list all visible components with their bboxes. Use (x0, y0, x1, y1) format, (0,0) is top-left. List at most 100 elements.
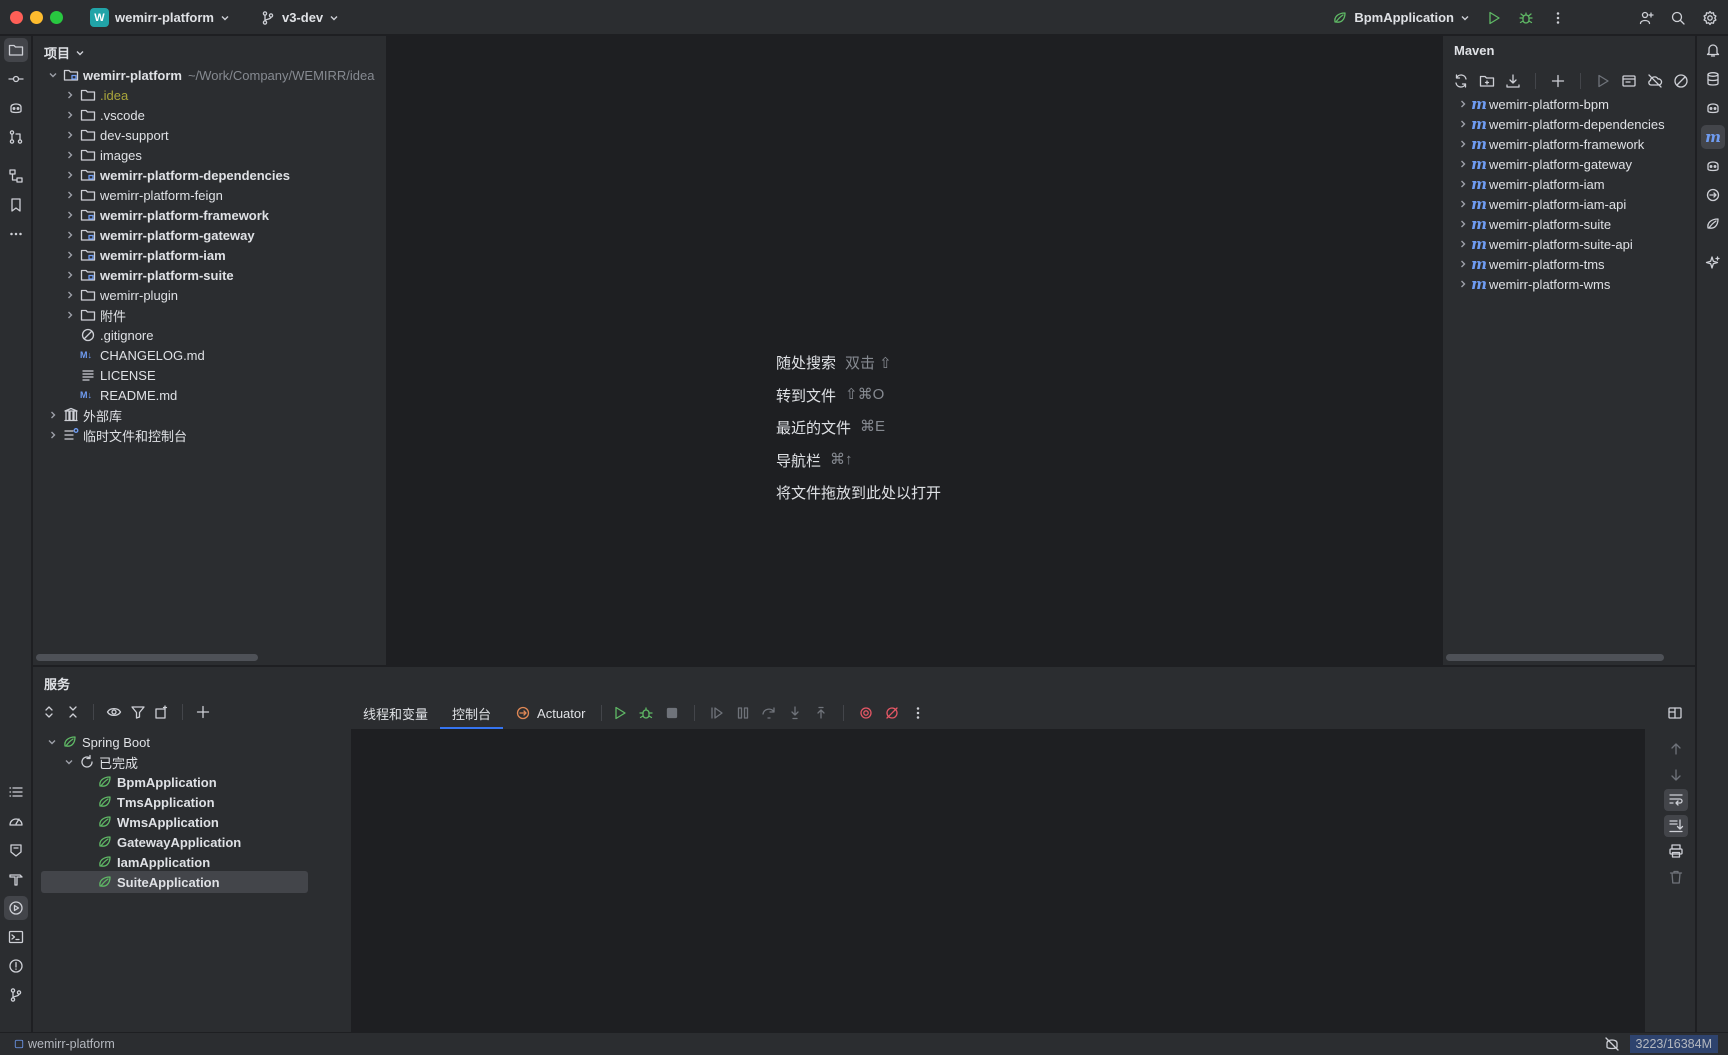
maven-project-item[interactable]: m wemirr-platform-dependencies (1443, 113, 1695, 135)
soft-wrap-button[interactable] (1664, 789, 1688, 811)
tree-item[interactable]: M↓ CHANGELOG.md (33, 344, 386, 366)
structure-tool-button[interactable] (4, 164, 28, 188)
endpoints-tool-button[interactable] (4, 838, 28, 862)
finished-group[interactable]: 已完成 (33, 751, 351, 773)
vertical-scrollbar[interactable] (1645, 729, 1657, 1032)
notifications-tool-button[interactable] (1701, 38, 1725, 62)
collapse-toggle-icon[interactable] (45, 407, 61, 423)
service-app-item[interactable]: WmsApplication (41, 811, 308, 833)
maven-tool-button[interactable]: m (1701, 125, 1725, 149)
rerun-icon[interactable] (612, 705, 628, 721)
tree-item[interactable]: wemirr-platform-gateway (33, 224, 386, 246)
step-into-icon[interactable] (787, 705, 803, 721)
horizontal-scrollbar[interactable] (36, 654, 258, 661)
collapse-toggle-icon[interactable] (62, 267, 78, 283)
external-libraries-row[interactable]: 外部库 (33, 404, 386, 426)
git-tool-button[interactable] (4, 983, 28, 1007)
scroll-to-end-button[interactable] (1664, 815, 1688, 837)
spring-tool-button[interactable] (1701, 212, 1725, 236)
settings-icon[interactable] (1702, 10, 1718, 26)
service-app-item[interactable]: SuiteApplication (41, 871, 308, 893)
layout-icon[interactable] (1667, 705, 1683, 721)
collapse-toggle-icon[interactable] (1455, 136, 1471, 152)
breakpoints-icon[interactable] (858, 705, 874, 721)
more-vertical-icon[interactable] (1550, 10, 1566, 26)
copilot-chat-tool-button[interactable] (1701, 96, 1725, 120)
tree-item[interactable]: wemirr-platform-dependencies (33, 164, 386, 186)
project-tool-button[interactable] (4, 38, 28, 62)
arrow-up-icon[interactable] (1668, 741, 1684, 757)
collapse-toggle-icon[interactable] (1455, 96, 1471, 112)
endpoint-tool-button[interactable] (1701, 183, 1725, 207)
tree-item[interactable]: images (33, 144, 386, 166)
download-icon[interactable] (1505, 73, 1521, 89)
copilot-tool-button[interactable] (4, 96, 28, 120)
collapse-toggle-icon[interactable] (1455, 116, 1471, 132)
collapse-toggle-icon[interactable] (1455, 276, 1471, 292)
generate-sources-icon[interactable] (1479, 73, 1495, 89)
project-switcher[interactable]: wemirr-platform (115, 10, 214, 25)
maven-project-item[interactable]: m wemirr-platform-tms (1443, 253, 1695, 275)
maven-project-item[interactable]: m wemirr-platform-bpm (1443, 93, 1695, 115)
todo-tool-button[interactable] (4, 780, 28, 804)
collapse-toggle-icon[interactable] (1455, 216, 1471, 232)
service-app-item[interactable]: BpmApplication (41, 771, 308, 793)
execute-goal-icon[interactable] (1621, 73, 1637, 89)
tree-item[interactable]: .idea (33, 84, 386, 106)
database-tool-button[interactable] (1701, 67, 1725, 91)
terminal-tool-button[interactable] (4, 925, 28, 949)
expand-toggle-icon[interactable] (44, 734, 60, 750)
add-icon[interactable] (195, 704, 211, 720)
collapse-toggle-icon[interactable] (1455, 256, 1471, 272)
console-output[interactable] (351, 729, 1657, 1032)
maven-project-item[interactable]: m wemirr-platform-suite (1443, 213, 1695, 235)
collapse-toggle-icon[interactable] (45, 427, 61, 443)
pull-requests-tool-button[interactable] (4, 125, 28, 149)
debug-icon[interactable] (638, 705, 654, 721)
horizontal-scrollbar[interactable] (1446, 654, 1664, 661)
tree-root-row[interactable]: wemirr-platform ~/Work/Company/WEMIRR/ide… (33, 64, 386, 86)
run-icon[interactable] (1486, 10, 1502, 26)
resume-icon[interactable] (709, 705, 725, 721)
mute-breakpoints-icon[interactable] (884, 705, 900, 721)
new-window-icon[interactable] (154, 704, 170, 720)
maven-project-item[interactable]: m wemirr-platform-wms (1443, 273, 1695, 295)
status-project-breadcrumb[interactable]: wemirr-platform (14, 1037, 115, 1051)
collapse-toggle-icon[interactable] (62, 167, 78, 183)
maven-project-item[interactable]: m wemirr-platform-gateway (1443, 153, 1695, 175)
console-tab[interactable]: 线程和变量 (351, 697, 440, 729)
close-window-button[interactable] (10, 11, 23, 24)
collapse-toggle-icon[interactable] (62, 247, 78, 263)
tree-item[interactable]: .gitignore (33, 324, 386, 346)
tree-item[interactable]: M↓ README.md (33, 384, 386, 406)
service-app-item[interactable]: GatewayApplication (41, 831, 308, 853)
editor-area[interactable]: 随处搜索 双击 ⇧ 转到文件 ⇧⌘O 最近的文件 ⌘E 导航栏 ⌘↑ 将文件拖放到此处以打开 (388, 36, 1441, 665)
collapse-toggle-icon[interactable] (62, 127, 78, 143)
add-icon[interactable] (1550, 73, 1566, 89)
run-icon[interactable] (1595, 73, 1611, 89)
bookmarks-tool-button[interactable] (4, 193, 28, 217)
branch-switcher[interactable]: v3-dev (282, 10, 323, 25)
pause-icon[interactable] (735, 705, 751, 721)
collapse-toggle-icon[interactable] (62, 87, 78, 103)
collapse-toggle-icon[interactable] (62, 187, 78, 203)
tree-item[interactable]: wemirr-platform-feign (33, 184, 386, 206)
step-over-icon[interactable] (761, 705, 777, 721)
copilot-agent-tool-button[interactable] (1701, 154, 1725, 178)
collapse-toggle-icon[interactable] (1455, 176, 1471, 192)
add-user-icon[interactable] (1638, 10, 1654, 26)
minimize-window-button[interactable] (30, 11, 43, 24)
tree-item[interactable]: 附件 (33, 304, 386, 326)
tree-item[interactable]: dev-support (33, 124, 386, 146)
tree-item[interactable]: LICENSE (33, 364, 386, 386)
more-tools-button[interactable] (4, 222, 28, 246)
profiler-tool-button[interactable] (4, 809, 28, 833)
expand-all-icon[interactable] (41, 704, 57, 720)
problems-tool-button[interactable] (4, 954, 28, 978)
run-config-selector[interactable]: BpmApplication (1332, 10, 1470, 26)
console-tab[interactable]: 控制台 (440, 697, 504, 729)
project-panel-header[interactable]: 项目 (44, 43, 85, 62)
memory-indicator[interactable]: 3223/16384M (1629, 1035, 1718, 1053)
expand-toggle-icon[interactable] (45, 67, 61, 83)
spring-boot-group[interactable]: Spring Boot (33, 731, 351, 753)
